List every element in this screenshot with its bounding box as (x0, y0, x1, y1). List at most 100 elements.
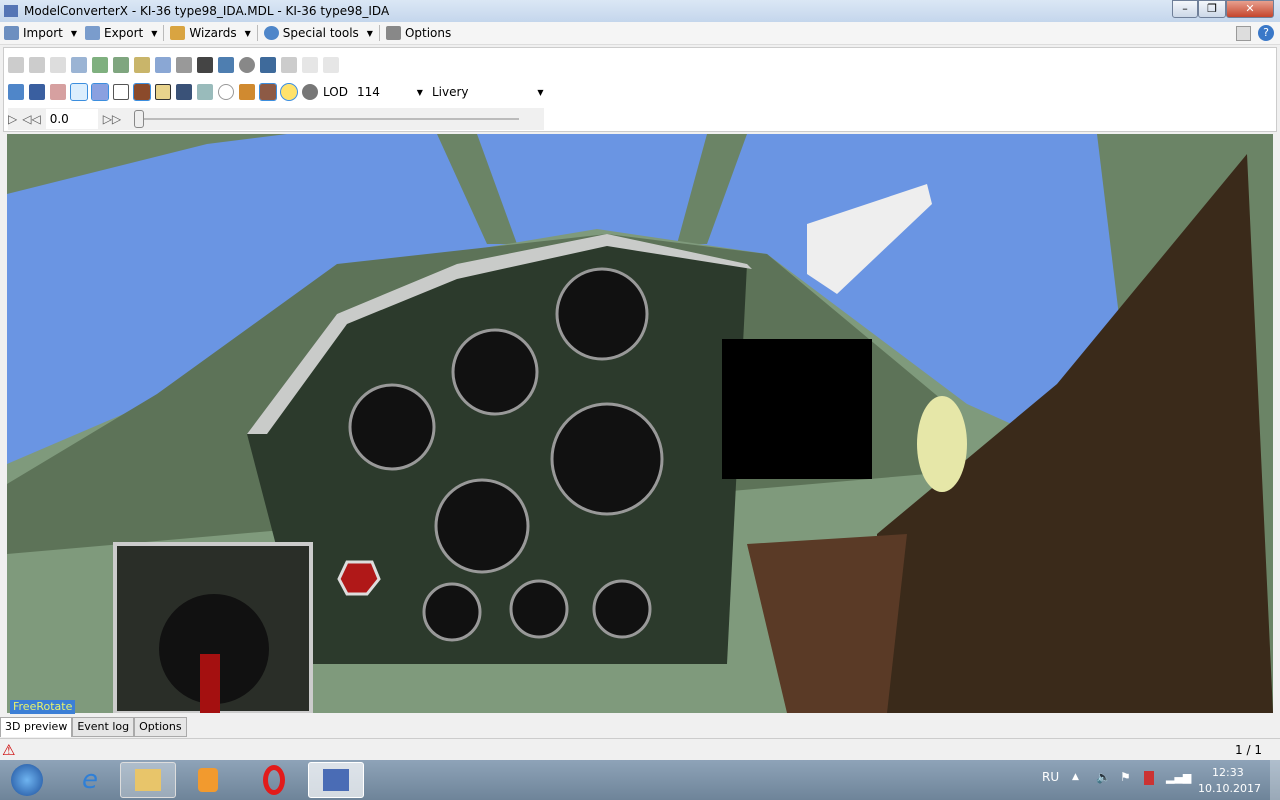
rewind-icon[interactable]: ◁◁ (22, 112, 40, 126)
toolbar-row-3: ▷ ◁◁ 0.0 ▷▷ (8, 108, 544, 130)
layout-icon[interactable] (1236, 26, 1251, 41)
grid-icon[interactable] (29, 84, 45, 100)
menu-label: Import (23, 26, 63, 40)
cube-icon[interactable] (239, 84, 255, 100)
lod-select[interactable]: 114 ▼ (352, 82, 427, 102)
tab-3d-preview[interactable]: 3D preview (0, 717, 73, 737)
menu-label: Options (404, 26, 452, 40)
separator (378, 25, 380, 41)
copy-icon[interactable] (155, 57, 171, 73)
back-icon[interactable] (8, 57, 24, 73)
windows-logo-icon (11, 764, 43, 796)
list-icon[interactable] (281, 57, 297, 73)
toolbar-row-1 (8, 57, 339, 73)
tab-event-log[interactable]: Event log (72, 717, 135, 737)
volume-icon[interactable]: 🔈 (1096, 770, 1111, 784)
toolbar-area: LOD 114 ▼ Livery ▼ ▷ ◁◁ 0.0 ▷▷ (3, 47, 1277, 132)
play-icon[interactable]: ▷ (8, 112, 17, 126)
image-icon[interactable] (260, 57, 276, 73)
solid-icon[interactable] (155, 84, 171, 100)
flag-icon[interactable]: ⚑ (1120, 770, 1131, 784)
axes-icon[interactable] (50, 84, 66, 100)
menu-label: Special tools (282, 26, 359, 40)
view-mode-badge: FreeRotate (10, 700, 76, 714)
globe-icon[interactable] (302, 84, 318, 100)
power-icon[interactable] (1144, 771, 1154, 785)
3d-viewport[interactable] (7, 134, 1273, 713)
warning-icon[interactable]: ⚠ (2, 741, 15, 759)
hierarchy-icon[interactable] (92, 57, 108, 73)
redo-icon[interactable] (323, 57, 339, 73)
livery-select[interactable]: ▼ (473, 82, 548, 102)
timeline-slider[interactable] (134, 109, 520, 129)
fast-forward-icon[interactable]: ▷▷ (103, 112, 121, 126)
sun-icon[interactable] (280, 83, 298, 101)
objects-icon[interactable] (239, 57, 255, 73)
show-hidden-icons[interactable]: ▲ (1072, 772, 1079, 782)
material-icon[interactable] (134, 57, 150, 73)
taskbar-explorer[interactable] (120, 762, 176, 798)
chevron-down-icon: ▼ (70, 28, 77, 38)
ie-icon: e (82, 765, 98, 795)
minimize-button[interactable]: – (1172, 0, 1198, 18)
clock-time[interactable]: 12:33 (1212, 766, 1244, 779)
search-icon[interactable] (176, 57, 192, 73)
forward-icon[interactable] (29, 57, 45, 73)
camera-icon[interactable] (176, 84, 192, 100)
chevron-down-icon: ▼ (537, 87, 544, 97)
taskbar-ie[interactable]: e (62, 762, 118, 798)
menu-label: Export (103, 26, 144, 40)
textured-icon[interactable] (133, 83, 151, 101)
menu-import[interactable]: Import ▼ (0, 22, 81, 44)
maximize-button[interactable]: ❐ (1198, 0, 1226, 18)
media-player-icon (198, 768, 218, 792)
menu-label: Wizards (189, 26, 237, 40)
taskbar-media-player[interactable] (180, 762, 236, 798)
chevron-down-icon: ▼ (366, 28, 373, 38)
cockpit-scene (7, 134, 1273, 713)
language-indicator[interactable]: RU (1042, 770, 1059, 784)
time-input[interactable]: 0.0 (45, 109, 98, 129)
document-icon[interactable] (50, 57, 66, 73)
menu-options[interactable]: Options (382, 22, 455, 44)
sphere-icon[interactable] (218, 84, 234, 100)
show-desktop-button[interactable] (1270, 760, 1280, 800)
attach-icon[interactable] (218, 57, 234, 73)
app-icon (323, 769, 349, 791)
start-button[interactable] (2, 762, 52, 798)
toolbar-row-2: LOD 114 ▼ Livery ▼ (8, 82, 548, 102)
taskbar-modelconverterx[interactable] (308, 762, 364, 798)
chevron-down-icon: ▼ (416, 87, 423, 97)
livery-label: Livery (431, 85, 469, 99)
material-cube-icon[interactable] (259, 83, 277, 101)
app-icon (4, 5, 18, 17)
wand-icon (170, 26, 186, 40)
slider-thumb[interactable] (134, 110, 145, 128)
separator (163, 25, 165, 41)
menu-export[interactable]: Export ▼ (81, 22, 161, 44)
menu-special-tools[interactable]: Special tools ▼ (260, 22, 377, 44)
tab-options[interactable]: Options (134, 717, 187, 737)
taskbar-opera[interactable] (246, 762, 302, 798)
folder-icon (135, 769, 161, 791)
window-title: ModelConverterX - KI-36 type98_IDA.MDL -… (24, 4, 390, 18)
help-icon[interactable]: ? (1258, 25, 1274, 41)
wireframe-icon[interactable] (70, 83, 88, 101)
close-button[interactable]: ✕ (1226, 0, 1274, 18)
bottom-tabs: 3D preview Event log Options (0, 717, 187, 737)
texture-icon[interactable] (113, 57, 129, 73)
undo-icon[interactable] (302, 57, 318, 73)
menu-wizards[interactable]: Wizards ▼ (166, 22, 254, 44)
clock-date[interactable]: 10.10.2017 (1198, 782, 1261, 795)
box-icon[interactable] (113, 84, 129, 100)
tools-icon (385, 26, 401, 40)
bones-icon[interactable] (91, 83, 109, 101)
inspect-icon[interactable] (71, 57, 87, 73)
fit-view-icon[interactable] (8, 84, 24, 100)
animation-icon[interactable] (197, 57, 213, 73)
chevron-down-icon: ▼ (151, 28, 158, 38)
lights-icon[interactable] (197, 84, 213, 100)
network-icon[interactable]: ▂▄▆ (1166, 771, 1191, 784)
chevron-down-icon: ▼ (244, 28, 251, 38)
opera-icon (263, 765, 285, 795)
